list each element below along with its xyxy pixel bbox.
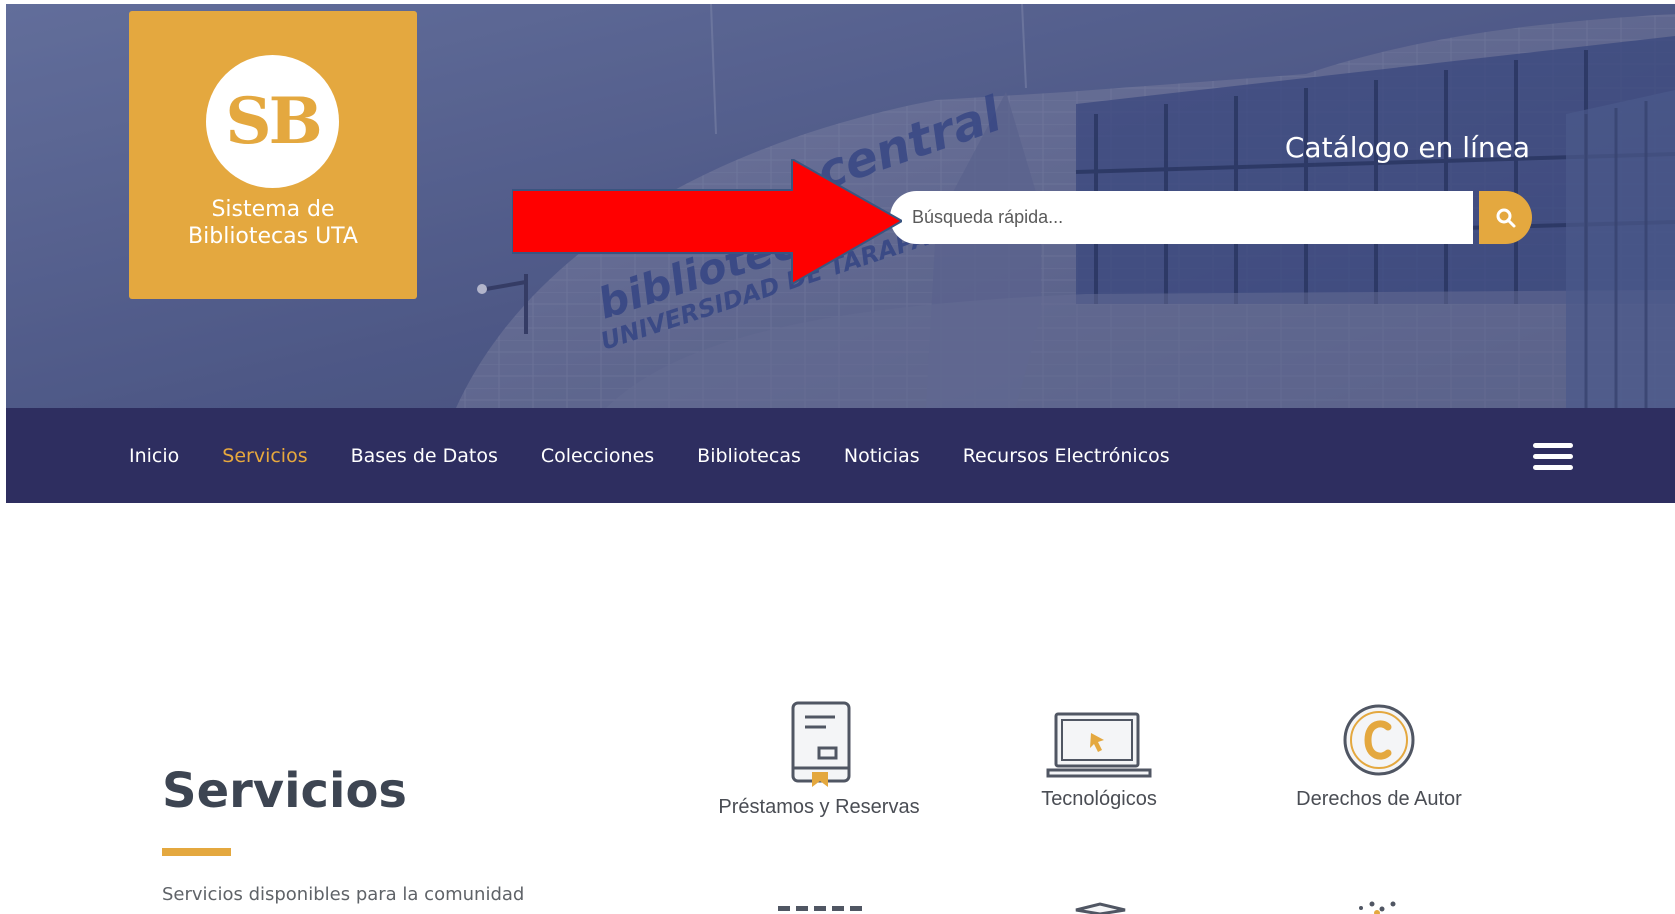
nav-items: Inicio Servicios Bases de Datos Colecciones…: [129, 408, 1170, 503]
nav-item-inicio[interactable]: Inicio: [129, 445, 179, 467]
services-heading: Servicios: [162, 763, 407, 819]
partial-service-icon: [778, 906, 862, 911]
copyright-icon: [1343, 704, 1415, 776]
logo-monogram: SB: [206, 55, 339, 188]
red-arrow-annotation: [512, 159, 902, 284]
quick-search: [890, 191, 1532, 244]
hamburger-menu-icon-line-3: [1533, 465, 1573, 470]
book-bookmark-icon: [791, 701, 851, 787]
heading-accent-line: [162, 848, 231, 856]
nav-item-noticias[interactable]: Noticias: [844, 445, 920, 467]
logo-caption: Sistema de Bibliotecas UTA: [129, 196, 417, 250]
nav-item-colecciones[interactable]: Colecciones: [541, 445, 654, 467]
main-navigation: Inicio Servicios Bases de Datos Colecciones…: [6, 408, 1675, 503]
logo-caption-line-2: Bibliotecas UTA: [188, 224, 358, 249]
hero-banner: biblioteca UNIVERSIDAD DE TARAPACÁ centr…: [6, 4, 1675, 408]
service-label: Tecnológicos: [1041, 788, 1157, 810]
service-tecnologicos[interactable]: Tecnológicos: [974, 700, 1224, 850]
hamburger-menu-icon-line-2: [1533, 454, 1573, 459]
logo-caption-line-1: Sistema de: [211, 197, 335, 222]
catalog-title: Catálogo en línea: [1284, 131, 1530, 164]
nav-item-bibliotecas[interactable]: Bibliotecas: [697, 445, 801, 467]
nav-item-bases-de-datos[interactable]: Bases de Datos: [351, 445, 498, 467]
nav-item-recursos-electronicos[interactable]: Recursos Electrónicos: [963, 445, 1170, 467]
laptop-cursor-icon: [1046, 712, 1152, 778]
graduation-cap-icon: [1075, 902, 1126, 914]
hamburger-menu-icon-line-1: [1533, 443, 1573, 448]
service-label: Derechos de Autor: [1296, 788, 1462, 810]
hamburger-menu-button[interactable]: [1533, 443, 1573, 471]
library-logo[interactable]: SB Sistema de Bibliotecas UTA: [129, 11, 417, 299]
search-button[interactable]: [1479, 191, 1532, 244]
service-label: Préstamos y Reservas: [718, 796, 920, 818]
service-derechos-autor[interactable]: Derechos de Autor: [1254, 700, 1504, 850]
nav-item-servicios[interactable]: Servicios: [222, 445, 307, 467]
service-prestamos-reservas[interactable]: Préstamos y Reservas: [694, 700, 944, 850]
network-icon: [1359, 901, 1396, 914]
services-description: Servicios disponibles para la comunidad: [162, 884, 525, 905]
quick-search-input[interactable]: [890, 191, 1473, 244]
search-icon: [1496, 208, 1515, 227]
